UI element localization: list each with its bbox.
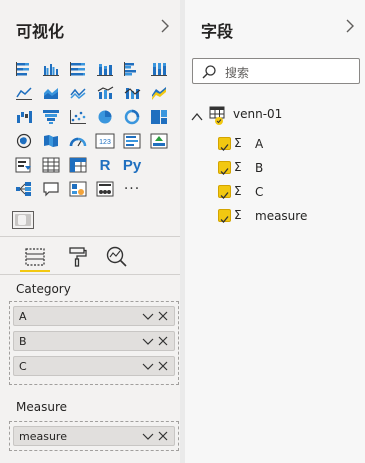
- clustered-column-icon[interactable]: [120, 58, 144, 80]
- measure-well[interactable]: measure: [9, 421, 179, 451]
- fields-pane: 字段 搜索 venn-01 Σ A Σ B Σ C Σ measure: [185, 0, 365, 463]
- search-icon: [201, 64, 217, 84]
- stacked-bar-100-icon[interactable]: [66, 58, 90, 80]
- line-chart-icon[interactable]: [12, 82, 36, 104]
- clustered-bar-icon[interactable]: [39, 58, 63, 80]
- decomposition-tree-icon[interactable]: [12, 178, 36, 200]
- measure-well-label: Measure: [16, 400, 67, 414]
- sigma-icon: Σ: [234, 136, 242, 150]
- divider: [0, 236, 180, 237]
- fields-header: 字段: [185, 0, 365, 52]
- paint-roller-icon: [69, 247, 87, 267]
- visual-gallery: 123 R Py ···: [12, 58, 178, 202]
- gauge-icon[interactable]: [66, 130, 90, 152]
- remove-field-icon[interactable]: [157, 360, 169, 375]
- field-item[interactable]: Σ measure: [185, 206, 365, 226]
- fields-tab[interactable]: [20, 242, 50, 272]
- chevron-up-icon[interactable]: [190, 108, 204, 127]
- measure-field-item[interactable]: measure: [13, 426, 175, 446]
- slicer-icon[interactable]: [12, 154, 36, 176]
- checked-checkbox-icon[interactable]: [218, 209, 231, 223]
- fields-tab-icon: [25, 248, 45, 266]
- category-field-label: B: [19, 335, 27, 348]
- category-field-label: A: [19, 310, 27, 323]
- stacked-area-icon[interactable]: [39, 82, 63, 104]
- fields-title: 字段: [201, 22, 234, 41]
- card-icon[interactable]: 123: [93, 130, 117, 152]
- category-well[interactable]: A B C: [9, 301, 179, 385]
- checked-checkbox-icon[interactable]: [218, 137, 231, 151]
- donut-chart-icon[interactable]: [120, 106, 144, 128]
- collapse-visualizations-icon[interactable]: [160, 18, 174, 34]
- pane-tabs: [12, 242, 152, 274]
- paginated-report-icon[interactable]: [93, 178, 117, 200]
- visualizations-pane: 可视化 123 R Py ··· Category A B C Measure …: [0, 0, 180, 463]
- field-name: measure: [255, 209, 308, 223]
- field-item[interactable]: Σ C: [185, 182, 365, 202]
- sigma-icon: Σ: [234, 184, 242, 198]
- collapse-fields-icon[interactable]: [345, 18, 359, 34]
- kpi-icon[interactable]: [147, 130, 171, 152]
- field-name: B: [255, 161, 264, 175]
- table-icon: [209, 106, 227, 130]
- filled-map-icon[interactable]: [39, 130, 63, 152]
- stacked-column-100-icon[interactable]: [147, 58, 171, 80]
- measure-field-label: measure: [19, 430, 67, 443]
- category-field-item[interactable]: B: [13, 331, 175, 351]
- remove-field-icon[interactable]: [157, 310, 169, 325]
- field-name: A: [255, 137, 264, 151]
- line-stacked-column-icon[interactable]: [66, 82, 90, 104]
- line-clustered-column-icon[interactable]: [93, 82, 117, 104]
- analytics-magnifier-icon: [106, 246, 127, 267]
- visualizations-title: 可视化: [16, 22, 65, 41]
- scatter-icon[interactable]: [66, 106, 90, 128]
- chevron-down-icon[interactable]: [142, 310, 154, 325]
- category-field-item[interactable]: C: [13, 356, 175, 376]
- multi-row-card-icon[interactable]: [120, 130, 144, 152]
- table-node-venn-01[interactable]: venn-01: [185, 104, 365, 126]
- checked-checkbox-icon[interactable]: [218, 185, 231, 199]
- pie-chart-icon[interactable]: [93, 106, 117, 128]
- visualizations-header: 可视化: [0, 0, 180, 52]
- divider: [0, 274, 180, 275]
- category-field-item[interactable]: A: [13, 306, 175, 326]
- sigma-icon: Σ: [234, 208, 242, 222]
- search-placeholder: 搜索: [225, 66, 250, 80]
- card-icon-text: 123: [99, 139, 111, 146]
- python-visual-icon[interactable]: Py: [120, 154, 144, 176]
- more-visuals-icon[interactable]: ···: [120, 178, 144, 200]
- stacked-bar-icon[interactable]: [12, 58, 36, 80]
- fields-search-input[interactable]: 搜索: [192, 58, 360, 84]
- qa-icon[interactable]: [39, 178, 63, 200]
- checked-checkbox-icon[interactable]: [218, 161, 231, 175]
- analytics-tab[interactable]: [102, 242, 132, 272]
- treemap-icon[interactable]: [147, 106, 171, 128]
- table-icon[interactable]: [39, 154, 63, 176]
- field-item[interactable]: Σ B: [185, 158, 365, 178]
- format-tab[interactable]: [62, 242, 92, 272]
- key-influencers-icon[interactable]: [66, 178, 90, 200]
- remove-field-icon[interactable]: [157, 430, 169, 445]
- field-name: C: [255, 185, 264, 199]
- funnel-icon[interactable]: [39, 106, 63, 128]
- map-icon[interactable]: [12, 130, 36, 152]
- field-item[interactable]: Σ A: [185, 134, 365, 154]
- ribbon-chart-icon[interactable]: [120, 82, 144, 104]
- table-name: venn-01: [233, 107, 283, 121]
- r-visual-icon[interactable]: R: [93, 154, 117, 176]
- chevron-down-icon[interactable]: [142, 430, 154, 445]
- combo-line-icon[interactable]: [147, 82, 171, 104]
- venn-custom-visual-icon[interactable]: [12, 211, 34, 229]
- chevron-down-icon[interactable]: [142, 335, 154, 350]
- category-well-label: Category: [16, 282, 71, 296]
- active-tab-indicator: [20, 270, 50, 272]
- remove-field-icon[interactable]: [157, 335, 169, 350]
- waterfall-icon[interactable]: [12, 106, 36, 128]
- sigma-icon: Σ: [234, 160, 242, 174]
- category-field-label: C: [19, 360, 27, 373]
- matrix-icon[interactable]: [66, 154, 90, 176]
- stacked-column-icon[interactable]: [93, 58, 117, 80]
- chevron-down-icon[interactable]: [142, 360, 154, 375]
